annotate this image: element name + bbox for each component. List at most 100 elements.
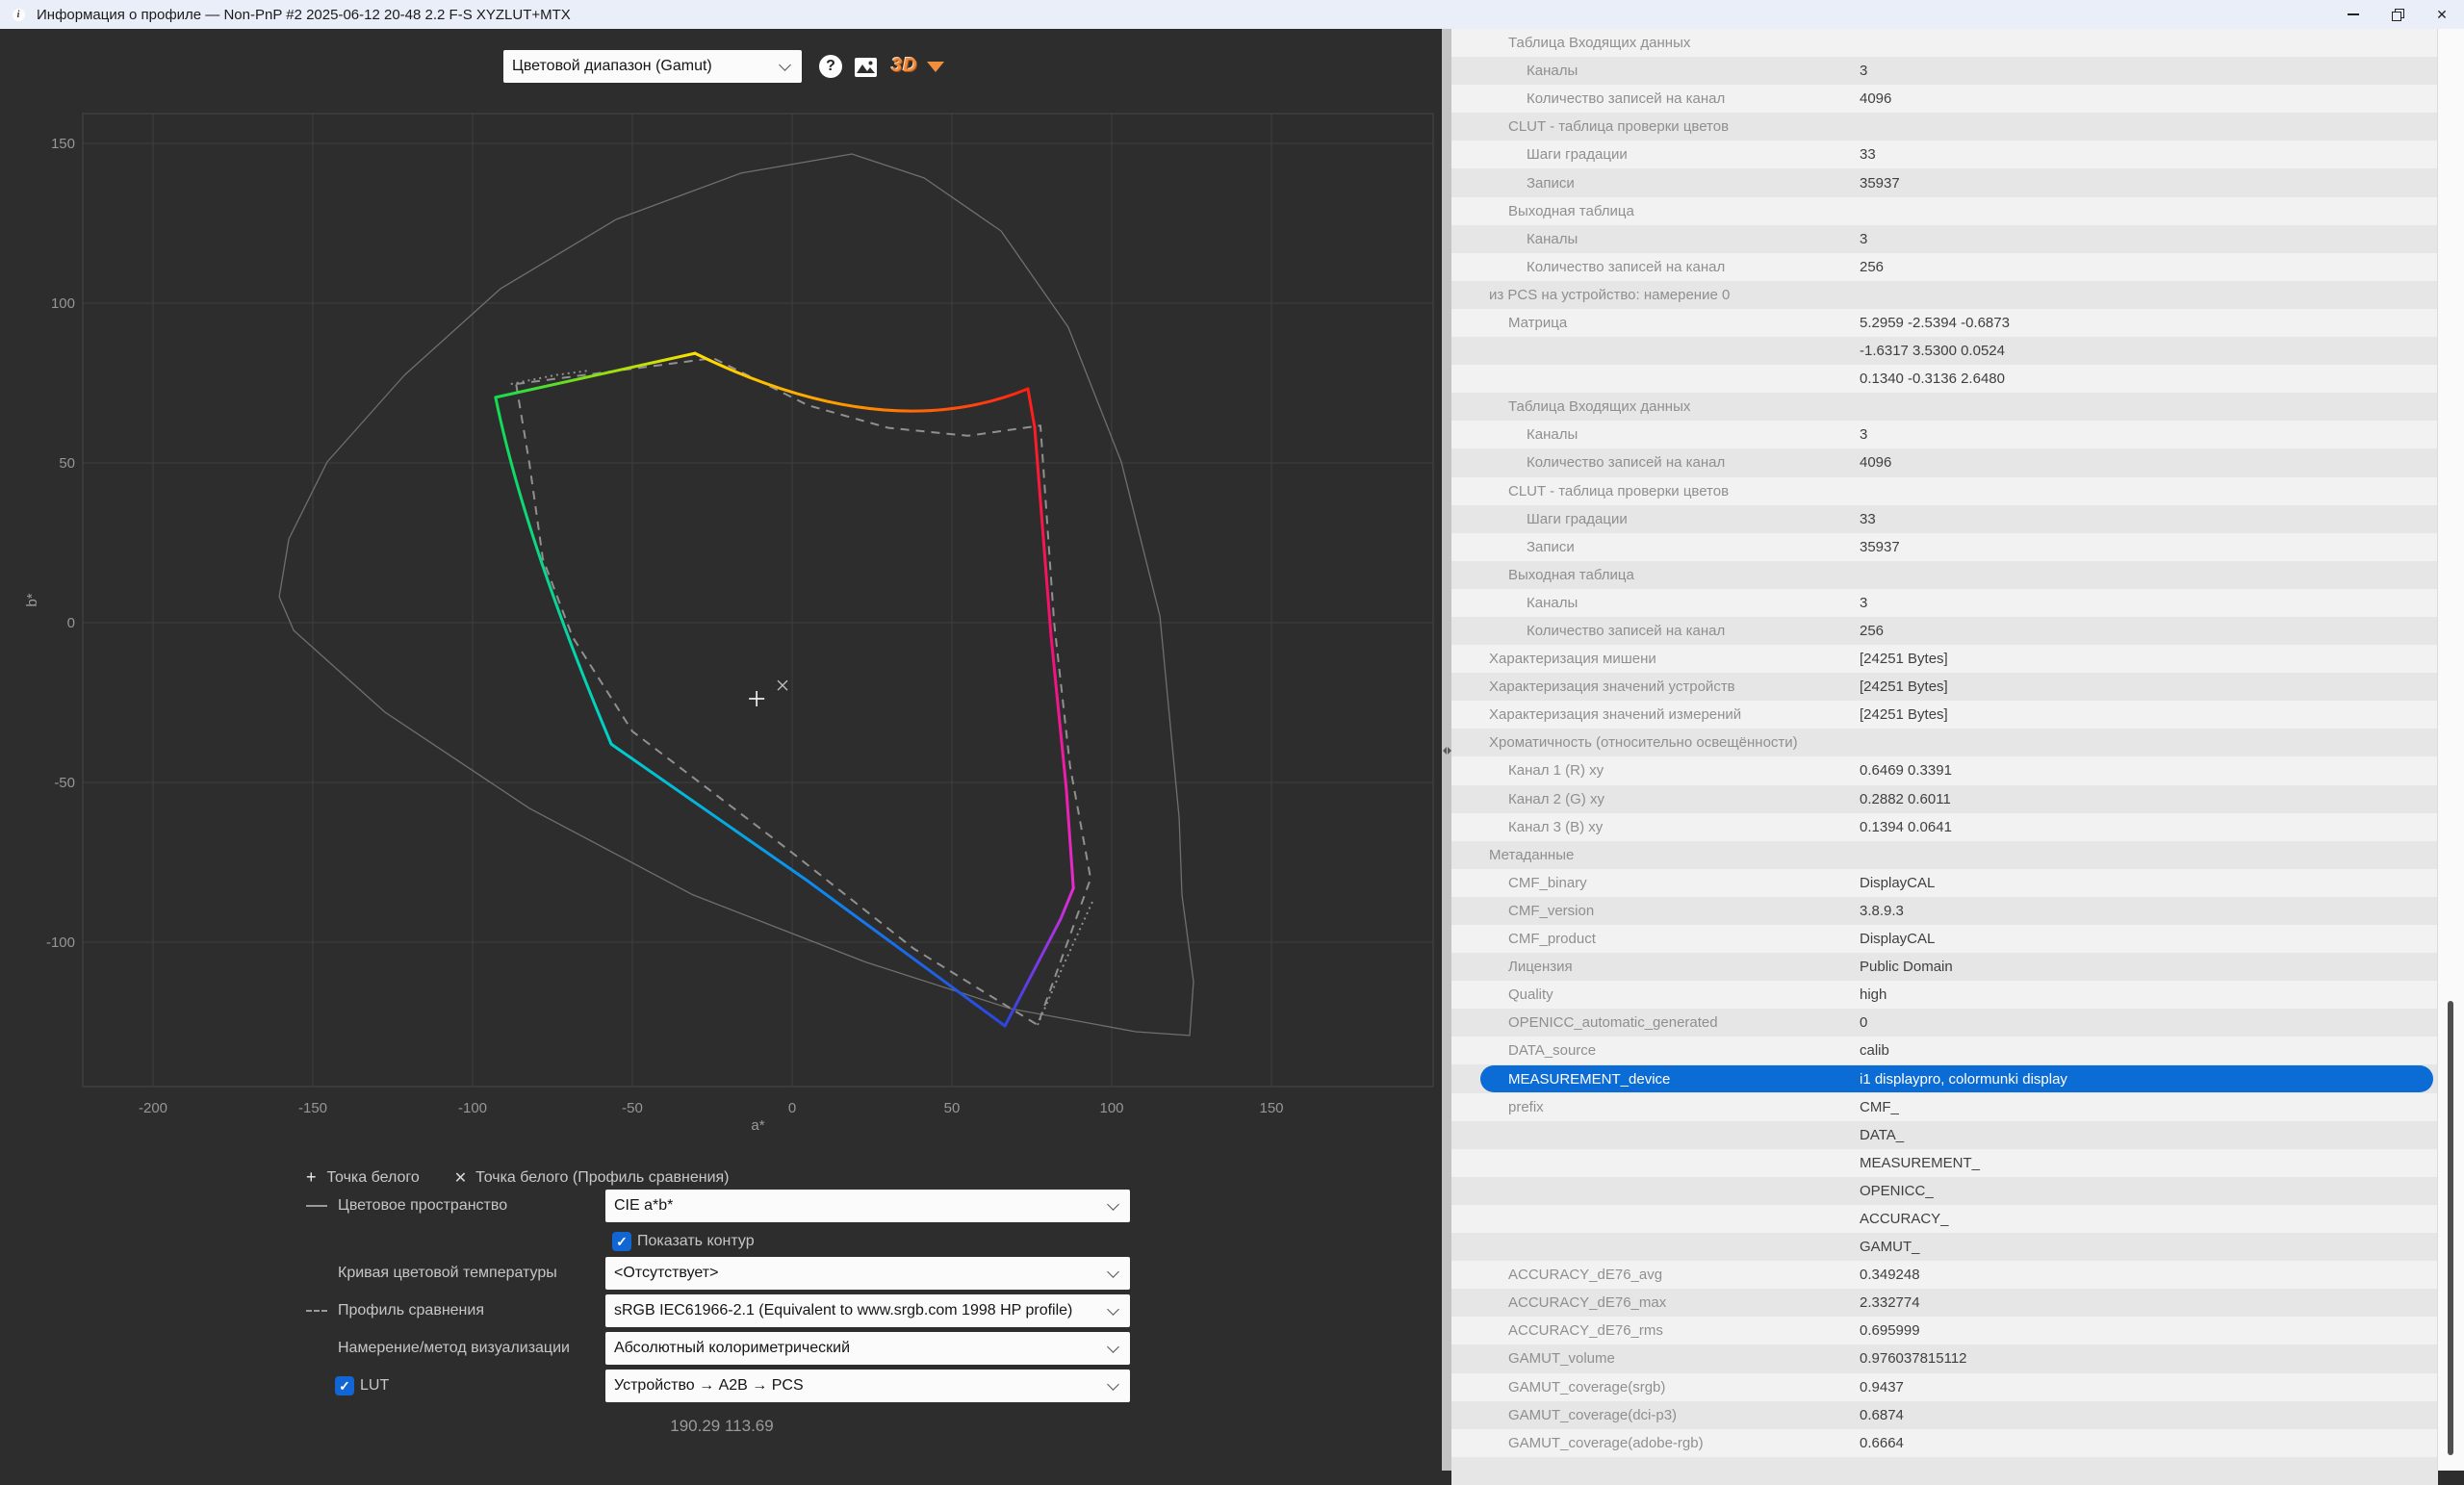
table-row-selected[interactable]: MEASUREMENT_devicei1 displaypro, colormu… <box>1451 1064 2438 1092</box>
row-label: ACCURACY_dE76_rms <box>1508 1322 1663 1339</box>
table-row[interactable]: Количество записей на канал4096 <box>1451 448 2438 476</box>
table-row[interactable]: Записи35937 <box>1451 533 2438 561</box>
row-label: ACCURACY_dE76_avg <box>1508 1267 1662 1283</box>
table-row[interactable]: OPENICC_automatic_generated0 <box>1451 1009 2438 1037</box>
temperature-curve-select[interactable]: <Отсутствует> <box>605 1257 1130 1290</box>
table-row[interactable]: Канал 2 (G) xy0.2882 0.6011 <box>1451 785 2438 813</box>
scrollbar-thumb[interactable] <box>2448 1001 2453 1455</box>
check-icon: ✓ <box>339 1378 350 1395</box>
table-row[interactable]: Шаги градации33 <box>1451 141 2438 168</box>
table-row[interactable]: Каналы3 <box>1451 225 2438 253</box>
table-row[interactable]: Канал 3 (B) xy0.1394 0.0641 <box>1451 813 2438 841</box>
table-row[interactable]: DATA_source calib <box>1451 1037 2438 1064</box>
pane-splitter[interactable] <box>1442 29 1451 1471</box>
table-row[interactable]: Количество записей на канал256 <box>1451 253 2438 281</box>
svg-text:-100: -100 <box>458 1100 487 1116</box>
row-label: Выходная таблица <box>1508 203 1634 219</box>
close-button[interactable]: ✕ <box>2420 0 2464 29</box>
table-row[interactable]: Метаданные <box>1451 841 2438 869</box>
table-row[interactable]: OPENICC_ <box>1451 1177 2438 1205</box>
table-row[interactable]: Шаги градации33 <box>1451 505 2438 533</box>
svg-text:a*: a* <box>751 1117 764 1134</box>
axis-labels: a*b* <box>24 593 765 1134</box>
table-row[interactable]: CMF_productDisplayCAL <box>1451 925 2438 953</box>
table-row[interactable]: CMF_binaryDisplayCAL <box>1451 869 2438 897</box>
table-row[interactable]: Характеризация значений измерений[24251 … <box>1451 701 2438 729</box>
table-row[interactable]: -1.6317 3.5300 0.0524 <box>1451 337 2438 365</box>
table-row[interactable]: Qualityhigh <box>1451 981 2438 1009</box>
help-button[interactable]: ? <box>819 55 842 78</box>
table-row[interactable]: CLUT - таблица проверки цветов <box>1451 477 2438 505</box>
scrollbar-track[interactable] <box>2437 29 2464 1471</box>
table-row[interactable]: GAMUT_volume0.976037815112 <box>1451 1344 2438 1372</box>
gamut-pane: 150100500-50-100-200-150-100-50050100150… <box>0 29 1442 1471</box>
intent-select[interactable]: Абсолютный колориметрический <box>605 1332 1130 1365</box>
table-row[interactable]: Количество записей на канал4096 <box>1451 85 2438 113</box>
table-row[interactable]: Выходная таблица <box>1451 197 2438 225</box>
table-row[interactable]: Каналы3 <box>1451 421 2438 448</box>
solid-line-key-icon <box>306 1196 327 1216</box>
spectral-locus-outline <box>279 154 1194 1036</box>
profile-info-table: Таблица Входящих данныхКаналы3Количество… <box>1451 29 2438 1485</box>
table-row[interactable]: MEASUREMENT_ <box>1451 1149 2438 1177</box>
table-row[interactable]: из PCS на устройство: намерение 0 <box>1451 281 2438 309</box>
table-row[interactable]: 0.1340 -0.3136 2.6480 <box>1451 365 2438 393</box>
save-image-button[interactable] <box>855 58 877 77</box>
profile-info-panel: Таблица Входящих данныхКаналы3Количество… <box>1451 29 2464 1471</box>
table-row[interactable]: Каналы3 <box>1451 589 2438 617</box>
show-outline-checkbox[interactable]: ✓ <box>612 1232 631 1251</box>
comparison-profile-select[interactable]: sRGB IEC61966-2.1 (Equivalent to www.srg… <box>605 1294 1130 1327</box>
row-label: Таблица Входящих данных <box>1508 35 1690 51</box>
table-row[interactable]: GAMUT_coverage(adobe-rgb)0.6664 <box>1451 1429 2438 1457</box>
marker-white-point <box>749 691 764 706</box>
table-row[interactable]: CLUT - таблица проверки цветов <box>1451 113 2438 141</box>
table-row[interactable]: GAMUT_ <box>1451 1233 2438 1261</box>
row-value: DisplayCAL <box>1860 875 1935 891</box>
row-value: i1 displaypro, colormunki display <box>1860 1071 2067 1088</box>
colorspace-label: Цветовое пространство <box>338 1196 507 1216</box>
table-row[interactable]: Таблица Входящих данных <box>1451 29 2438 57</box>
table-row[interactable]: Характеризация мишени[24251 Bytes] <box>1451 645 2438 673</box>
table-row[interactable]: DATA_ <box>1451 1121 2438 1149</box>
table-row[interactable]: ACCURACY_dE76_max 2.332774 <box>1451 1289 2438 1317</box>
table-row[interactable]: Выходная таблица <box>1451 561 2438 589</box>
table-row[interactable]: Характеризация значений устройств[24251 … <box>1451 673 2438 701</box>
lut-direction-select[interactable]: Устройство → A2B → PCS <box>605 1370 1130 1402</box>
table-row[interactable]: prefixCMF_ <box>1451 1093 2438 1121</box>
row-value: 256 <box>1860 259 1884 275</box>
row-value: 2.332774 <box>1860 1294 1920 1311</box>
view-3d-button[interactable]: 3D <box>891 55 944 77</box>
lut-checkbox[interactable]: ✓ <box>335 1376 354 1395</box>
row-value: [24251 Bytes] <box>1860 706 1948 723</box>
row-value: calib <box>1860 1042 1889 1059</box>
row-label: Лицензия <box>1508 959 1573 975</box>
table-row[interactable]: ACCURACY_dE76_rms0.695999 <box>1451 1317 2438 1344</box>
colorspace-select[interactable]: CIE a*b* <box>605 1190 1130 1222</box>
marker-white-point-comparison <box>778 680 787 690</box>
row-label: DATA_source <box>1508 1042 1596 1059</box>
table-row-empty <box>1451 1457 2438 1485</box>
row-value: 0.9437 <box>1860 1379 1904 1395</box>
row-value: 0.1340 -0.3136 2.6480 <box>1860 371 2005 387</box>
plot-view-select[interactable]: Цветовой диапазон (Gamut) <box>503 50 802 83</box>
row-value: 0.2882 0.6011 <box>1860 791 1951 807</box>
table-row[interactable]: ACCURACY_dE76_avg0.349248 <box>1451 1261 2438 1289</box>
gamut-plot[interactable]: 150100500-50-100-200-150-100-50050100150… <box>0 29 1442 1165</box>
table-row[interactable]: Количество записей на канал256 <box>1451 617 2438 645</box>
row-label: CMF_version <box>1508 903 1594 919</box>
table-row[interactable]: Канал 1 (R) xy0.6469 0.3391 <box>1451 756 2438 784</box>
table-row[interactable]: Записи35937 <box>1451 168 2438 196</box>
table-row[interactable]: Каналы3 <box>1451 57 2438 85</box>
table-row[interactable]: ЛицензияPublic Domain <box>1451 953 2438 981</box>
table-row[interactable]: Таблица Входящих данных <box>1451 393 2438 421</box>
window-title: Информация о профиле — Non-PnP #2 2025-0… <box>37 7 571 23</box>
table-row[interactable]: CMF_version3.8.9.3 <box>1451 897 2438 925</box>
table-row[interactable]: GAMUT_coverage(srgb)0.9437 <box>1451 1373 2438 1401</box>
minimize-button[interactable] <box>2331 0 2375 29</box>
table-row[interactable]: ACCURACY_ <box>1451 1205 2438 1233</box>
table-row[interactable]: Матрица5.2959 -2.5394 -0.6873 <box>1451 309 2438 337</box>
table-row[interactable]: Хроматичность (относительно освещённости… <box>1451 729 2438 756</box>
restore-button[interactable] <box>2375 0 2420 29</box>
row-label: ACCURACY_dE76_max <box>1508 1294 1666 1311</box>
table-row[interactable]: GAMUT_coverage(dci-p3)0.6874 <box>1451 1401 2438 1429</box>
